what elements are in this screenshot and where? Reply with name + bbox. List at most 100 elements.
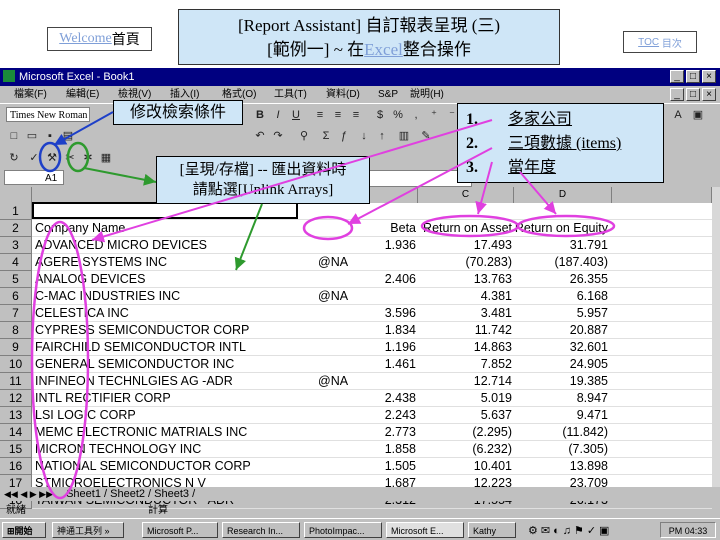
sheet-tabs-label[interactable]: Sheet1 / Sheet2 / Sheet3 / xyxy=(66,488,195,500)
refresh-icon[interactable]: ↻ xyxy=(6,150,22,166)
cell-c[interactable]: (6.232) xyxy=(416,441,512,457)
cell-d[interactable]: 20.887 xyxy=(512,322,608,338)
menu-item-edit[interactable]: 編輯(E) xyxy=(66,86,99,103)
percent-icon[interactable]: % xyxy=(390,107,406,123)
cell-b[interactable]: 1.858 xyxy=(304,441,416,457)
cell-d[interactable]: 24.905 xyxy=(512,356,608,372)
increase-decimal-icon[interactable]: ⁺ xyxy=(426,107,442,123)
font-name-dropdown[interactable]: Times New Roman xyxy=(6,107,90,122)
row-header[interactable]: 8 xyxy=(0,322,32,339)
cell-b[interactable]: 1.196 xyxy=(304,339,416,355)
cell-d[interactable]: 5.957 xyxy=(512,305,608,321)
cell-c[interactable]: 5.019 xyxy=(416,390,512,406)
row-header[interactable]: 9 xyxy=(0,339,32,356)
align-right-icon[interactable]: ≡ xyxy=(348,107,364,123)
cell-b[interactable] xyxy=(304,203,416,219)
cell-b[interactable]: 1.505 xyxy=(304,458,416,474)
align-center-icon[interactable]: ≡ xyxy=(330,107,346,123)
chart-wizard-icon[interactable]: ▥ xyxy=(396,128,412,144)
underline-icon[interactable]: U xyxy=(288,107,304,123)
cell-c[interactable]: Return on Asset xyxy=(416,220,512,236)
cell-a[interactable]: NATIONAL SEMICONDUCTOR CORP xyxy=(35,458,295,474)
start-button[interactable]: ⊞開始 xyxy=(2,522,46,538)
align-left-icon[interactable]: ≡ xyxy=(312,107,328,123)
cell-d[interactable] xyxy=(512,203,608,219)
comma-icon[interactable]: , xyxy=(408,107,424,123)
toc-link-text[interactable]: TOC xyxy=(638,37,659,48)
save-icon[interactable]: ▪ xyxy=(42,128,58,144)
hyperlink-icon[interactable]: ⚲ xyxy=(296,128,312,144)
cell-b[interactable]: 3.596 xyxy=(304,305,416,321)
checkmark-icon[interactable]: ✓ xyxy=(26,150,42,166)
row-header[interactable]: 10 xyxy=(0,356,32,373)
cell-b[interactable]: 1.936 xyxy=(304,237,416,253)
cell-c[interactable]: (70.283) xyxy=(416,254,512,270)
cell-c[interactable]: 4.381 xyxy=(416,288,512,304)
settings-icon[interactable]: ✲ xyxy=(80,150,96,166)
welcome-home-link[interactable]: Welcome 首頁 xyxy=(47,27,152,51)
cell-c[interactable]: 12.714 xyxy=(416,373,512,389)
cell-d[interactable]: (11.842) xyxy=(512,424,608,440)
new-icon[interactable]: □ xyxy=(6,128,22,144)
row-header[interactable]: 2 xyxy=(0,220,32,237)
row-header[interactable]: 14 xyxy=(0,424,32,441)
active-cell-a1[interactable] xyxy=(32,202,298,219)
row-header[interactable]: 4 xyxy=(0,254,32,271)
name-box[interactable]: A1 xyxy=(4,170,64,185)
row-header[interactable]: 7 xyxy=(0,305,32,322)
row-header[interactable]: 12 xyxy=(0,390,32,407)
bold-icon[interactable]: B xyxy=(252,107,268,123)
grid-icon[interactable]: ▦ xyxy=(98,150,114,166)
row-header[interactable]: 5 xyxy=(0,271,32,288)
taskbar-item-excel[interactable]: Microsoft E... xyxy=(386,522,464,538)
cell-d[interactable]: Return on Equity xyxy=(512,220,608,236)
cell-c[interactable]: 3.481 xyxy=(416,305,512,321)
cell-b[interactable]: 2.773 xyxy=(304,424,416,440)
function-icon[interactable]: ƒ xyxy=(336,128,352,144)
cell-c[interactable]: 5.637 xyxy=(416,407,512,423)
taskbar-item-powerpoint[interactable]: Microsoft P... xyxy=(142,522,218,538)
excel-link[interactable]: Excel xyxy=(364,40,403,59)
welcome-link-text[interactable]: Welcome xyxy=(59,31,112,47)
cell-b[interactable]: 2.438 xyxy=(304,390,416,406)
toc-link[interactable]: TOC 目次 xyxy=(623,31,697,53)
cell-d[interactable]: 13.898 xyxy=(512,458,608,474)
worksheet-grid[interactable]: A B C D 12Company NameBetaReturn on Asse… xyxy=(0,187,712,509)
cell-c[interactable]: 13.763 xyxy=(416,271,512,287)
row-header[interactable]: 16 xyxy=(0,458,32,475)
doc-restore-button[interactable]: □ xyxy=(686,88,700,101)
taskbar-item-toolbar[interactable]: 神通工具列 » xyxy=(52,522,124,538)
menu-item-help[interactable]: 說明(H) xyxy=(410,86,444,103)
column-header-c[interactable]: C xyxy=(418,187,514,203)
vertical-scrollbar[interactable] xyxy=(712,187,720,487)
menu-item-data[interactable]: 資料(D) xyxy=(326,86,360,103)
cell-a[interactable]: LSI LOGIC CORP xyxy=(35,407,295,423)
autosum-icon[interactable]: Σ xyxy=(318,128,334,144)
print-icon[interactable]: ▤ xyxy=(60,128,76,144)
cell-c[interactable]: 10.401 xyxy=(416,458,512,474)
row-header[interactable]: 1 xyxy=(0,203,32,220)
cell-b[interactable]: 2.406 xyxy=(304,271,416,287)
column-header-e[interactable] xyxy=(612,187,712,203)
cell-c[interactable] xyxy=(416,203,512,219)
cell-b[interactable]: 1.461 xyxy=(304,356,416,372)
cell-a[interactable]: MEMC ELECTRONIC MATRIALS INC xyxy=(35,424,295,440)
cell-c[interactable]: 11.742 xyxy=(416,322,512,338)
cell-a[interactable]: CYPRESS SEMICONDUCTOR CORP xyxy=(35,322,295,338)
cell-a[interactable]: Company Name xyxy=(35,220,295,236)
doc-minimize-button[interactable]: _ xyxy=(670,88,684,101)
italic-icon[interactable]: I xyxy=(270,107,286,123)
taskbar-item-research[interactable]: Research In... xyxy=(222,522,300,538)
cell-d[interactable]: 8.947 xyxy=(512,390,608,406)
close-button[interactable]: × xyxy=(702,70,716,83)
cell-d[interactable]: (7.305) xyxy=(512,441,608,457)
cell-a[interactable]: ADVANCED MICRO DEVICES xyxy=(35,237,295,253)
cell-b[interactable]: Beta xyxy=(304,220,416,236)
cell-b[interactable]: 1.834 xyxy=(304,322,416,338)
cell-d[interactable]: 32.601 xyxy=(512,339,608,355)
cell-a[interactable]: GENERAL SEMICONDUCTOR INC xyxy=(35,356,295,372)
open-icon[interactable]: ▭ xyxy=(24,128,40,144)
select-all-corner[interactable] xyxy=(0,187,32,203)
unlink-arrays-icon[interactable]: ✂ xyxy=(62,150,78,166)
menu-item-tools[interactable]: 工具(T) xyxy=(274,86,307,103)
